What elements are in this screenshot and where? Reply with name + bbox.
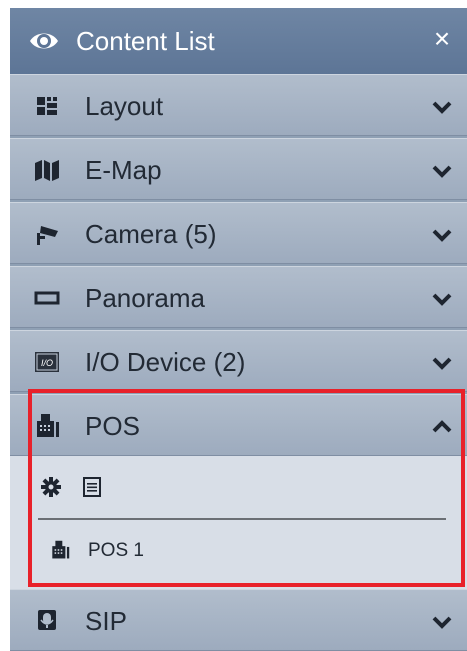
row-panorama[interactable]: Panorama	[10, 266, 467, 328]
row-sip[interactable]: SIP	[10, 589, 467, 651]
chevron-down-icon[interactable]	[431, 160, 453, 182]
row-layout[interactable]: Layout	[10, 74, 467, 136]
row-label: POS	[85, 411, 140, 441]
row-label: Panorama	[85, 283, 205, 313]
row-label: Camera (5)	[85, 219, 217, 249]
io-device-icon: I/O	[35, 352, 59, 372]
divider	[38, 518, 446, 520]
eye-icon	[30, 33, 58, 49]
close-button[interactable]: ×	[429, 23, 455, 55]
chevron-down-icon[interactable]	[431, 224, 453, 246]
panorama-icon	[34, 291, 60, 305]
sip-icon	[38, 610, 56, 630]
content-list-panel: Content List × Layout E-Map Camera (5) P…	[10, 8, 467, 651]
row-e-map[interactable]: E-Map	[10, 138, 467, 200]
gear-icon[interactable]	[40, 476, 62, 498]
chevron-down-icon[interactable]	[431, 611, 453, 633]
layout-grid-icon	[37, 97, 57, 115]
camera-icon	[37, 226, 58, 245]
pos-icon	[52, 540, 70, 559]
chevron-up-icon[interactable]	[431, 416, 453, 438]
chevron-down-icon[interactable]	[431, 352, 453, 374]
row-label: E-Map	[85, 155, 162, 185]
pos-expanded-section: POS 1	[10, 456, 467, 589]
document-icon[interactable]	[82, 476, 102, 498]
row-label: Layout	[85, 91, 164, 121]
panel-title: Content List	[76, 26, 215, 56]
title-bar: Content List ×	[10, 8, 467, 74]
chevron-down-icon[interactable]	[431, 96, 453, 118]
pos-icon	[37, 414, 59, 437]
row-label: SIP	[85, 606, 127, 636]
list-item-label: POS 1	[88, 540, 144, 561]
io-badge: I/O	[41, 358, 53, 368]
chevron-down-icon[interactable]	[431, 288, 453, 310]
map-icon	[35, 160, 59, 181]
row-camera[interactable]: Camera (5)	[10, 202, 467, 264]
row-label: I/O Device (2)	[85, 347, 246, 377]
row-io-device[interactable]: I/O I/O Device (2)	[10, 330, 467, 392]
row-pos[interactable]: POS	[10, 394, 467, 456]
